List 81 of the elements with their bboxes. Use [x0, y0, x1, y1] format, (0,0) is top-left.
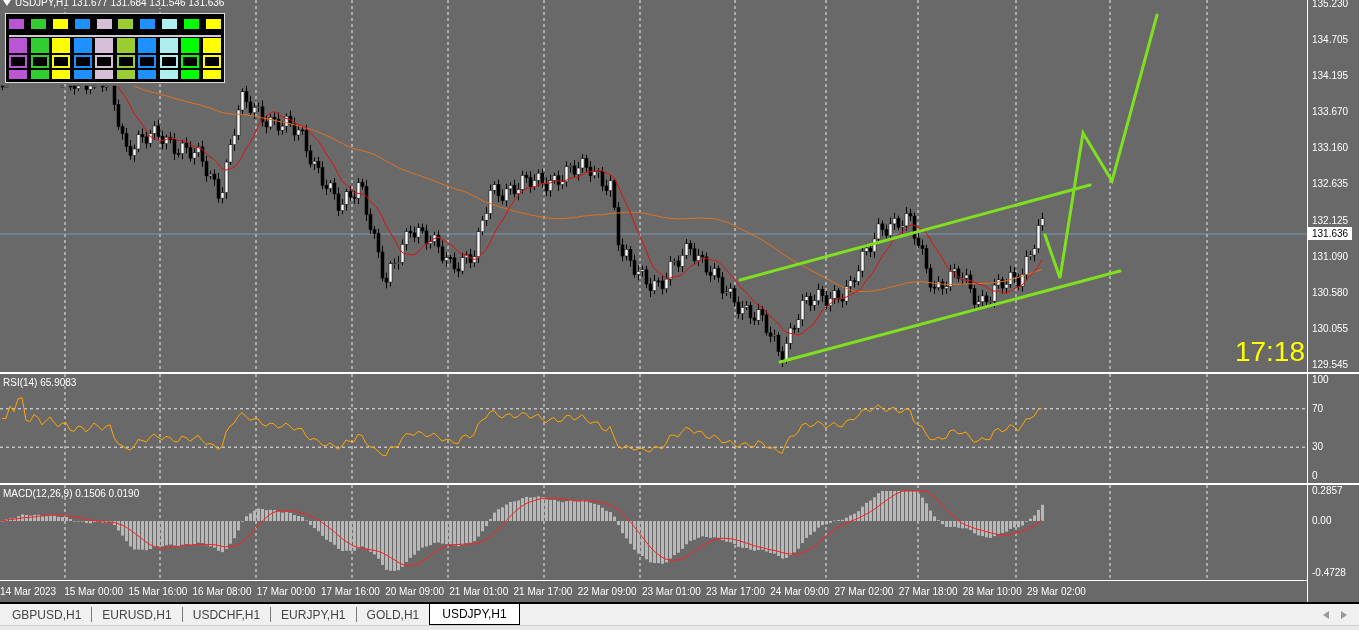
chart-tab[interactable]: GBPUSD,H1	[2, 607, 93, 622]
color-swatch[interactable]	[30, 38, 49, 53]
price-axis-label: 131.090	[1311, 250, 1350, 263]
time-axis-label: 20 Mar 09:00	[385, 586, 446, 597]
color-swatch[interactable]	[9, 19, 24, 29]
macd-axis-label: 0.00	[1312, 515, 1332, 527]
outline-swatch[interactable]	[73, 55, 92, 68]
color-swatch[interactable]	[184, 19, 199, 29]
rsi-axis-label: 30	[1312, 441, 1324, 454]
color-swatch[interactable]	[138, 70, 157, 79]
color-swatch[interactable]	[30, 70, 49, 79]
macd-axis-label: -0.4728	[1312, 567, 1346, 579]
time-axis-label: 28 Mar 10:00	[962, 586, 1023, 597]
color-swatch[interactable]	[138, 38, 157, 53]
color-swatch[interactable]	[116, 38, 135, 53]
price-axis-label: 134.195	[1311, 70, 1350, 83]
time-axis-label: 24 Mar 09:00	[770, 586, 831, 597]
color-swatch[interactable]	[73, 70, 92, 79]
outline-swatch[interactable]	[116, 55, 135, 68]
color-swatch[interactable]	[118, 19, 134, 29]
macd-label: MACD(12,26,9) 0.1506 0.0190	[3, 488, 140, 499]
time-axis-label: 15 Mar 00:00	[64, 586, 125, 597]
color-swatch[interactable]	[9, 38, 27, 53]
color-swatch[interactable]	[30, 19, 46, 29]
chart-tab[interactable]: USDJPY,H1	[429, 604, 520, 625]
rsi-axis-label: 100	[1312, 374, 1329, 386]
time-axis-label: 21 Mar 17:00	[513, 586, 574, 597]
chart-tab[interactable]: USDCHF,H1	[182, 607, 272, 622]
time-axis-label: 14 Mar 2023	[0, 586, 58, 597]
time-axis-label: 27 Mar 02:00	[834, 586, 895, 597]
price-axis-label: 132.635	[1311, 178, 1350, 191]
color-swatch[interactable]	[74, 19, 90, 29]
color-swatch[interactable]	[159, 70, 178, 79]
price-axis-label: 133.670	[1311, 106, 1350, 119]
color-swatch[interactable]	[95, 70, 114, 79]
color-swatch[interactable]	[52, 70, 71, 79]
rsi-axis-label: 0	[1312, 470, 1318, 482]
macd-axis-label: 0.2857	[1312, 485, 1343, 497]
price-axis-label: 129.545	[1311, 358, 1350, 371]
price-axis-label: 132.125	[1311, 214, 1350, 227]
color-swatch[interactable]	[181, 38, 200, 53]
color-swatch[interactable]	[140, 19, 156, 29]
price-axis-label: 130.055	[1311, 322, 1350, 335]
color-swatch[interactable]	[202, 70, 221, 79]
price-axis-label: 135.230	[1311, 0, 1350, 10]
color-swatch[interactable]	[9, 70, 27, 79]
time-axis-label: 17 Mar 00:00	[256, 586, 317, 597]
time-axis-label: 17 Mar 16:00	[320, 586, 381, 597]
current-price-label: 131.636	[1308, 227, 1353, 240]
rsi-axis-label: 70	[1312, 402, 1324, 415]
price-axis-label: 133.160	[1311, 142, 1350, 155]
price-axis-label: 134.705	[1311, 34, 1350, 47]
chart-tab[interactable]: EURJPY,H1	[271, 607, 357, 622]
time-axis-label: 21 Mar 01:00	[449, 586, 510, 597]
outline-swatch[interactable]	[95, 55, 114, 68]
time-axis-label: 22 Mar 09:00	[577, 586, 638, 597]
color-swatch[interactable]	[52, 38, 71, 53]
color-swatch[interactable]	[52, 19, 68, 29]
time-axis-label: 15 Mar 16:00	[128, 586, 189, 597]
color-swatch[interactable]	[202, 38, 221, 53]
time-axis-label: 23 Mar 01:00	[641, 586, 702, 597]
color-swatch[interactable]	[116, 70, 135, 79]
chart-tab[interactable]: EURUSD,H1	[92, 607, 183, 622]
clock-time: 17:18	[1234, 336, 1305, 368]
dropdown-triangle-icon[interactable]	[3, 0, 11, 6]
color-swatch[interactable]	[73, 38, 92, 53]
color-swatch[interactable]	[205, 19, 221, 29]
time-axis-label: 23 Mar 17:00	[706, 586, 766, 597]
outline-swatch[interactable]	[9, 55, 27, 68]
price-axis-label: 130.580	[1311, 286, 1350, 299]
time-axis-label: 29 Mar 02:00	[1027, 586, 1087, 597]
color-swatch[interactable]	[162, 19, 178, 29]
color-swatch[interactable]	[159, 38, 178, 53]
time-axis-label: 16 Mar 08:00	[192, 586, 253, 597]
color-swatch[interactable]	[96, 19, 112, 29]
outline-swatch[interactable]	[30, 55, 49, 68]
rsi-label: RSI(14) 65.9083	[3, 377, 77, 388]
color-swatch[interactable]	[181, 70, 200, 79]
outline-swatch[interactable]	[138, 55, 157, 68]
time-axis-label: 27 Mar 18:00	[898, 586, 959, 597]
color-swatch[interactable]	[95, 38, 114, 53]
